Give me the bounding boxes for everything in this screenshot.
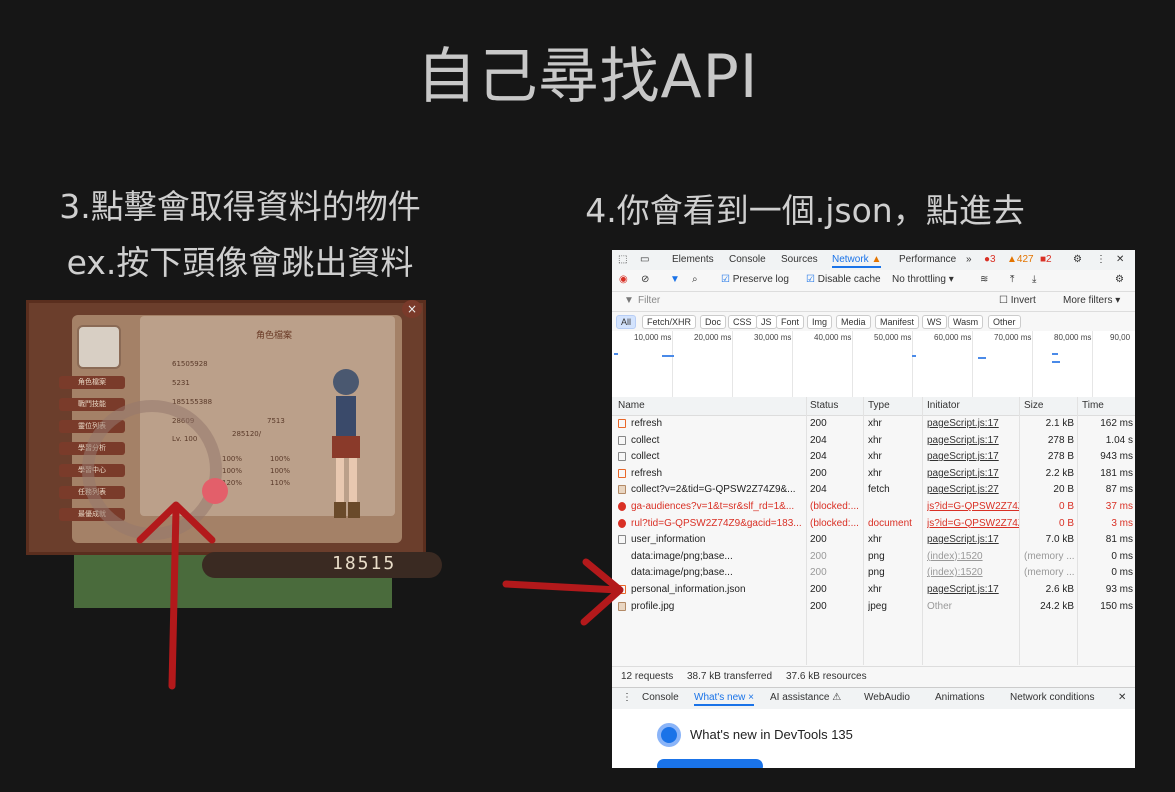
- right-arrow-annotation: [502, 558, 624, 626]
- up-arrow-annotation: [136, 501, 216, 690]
- annotation-arrows: [136, 501, 624, 690]
